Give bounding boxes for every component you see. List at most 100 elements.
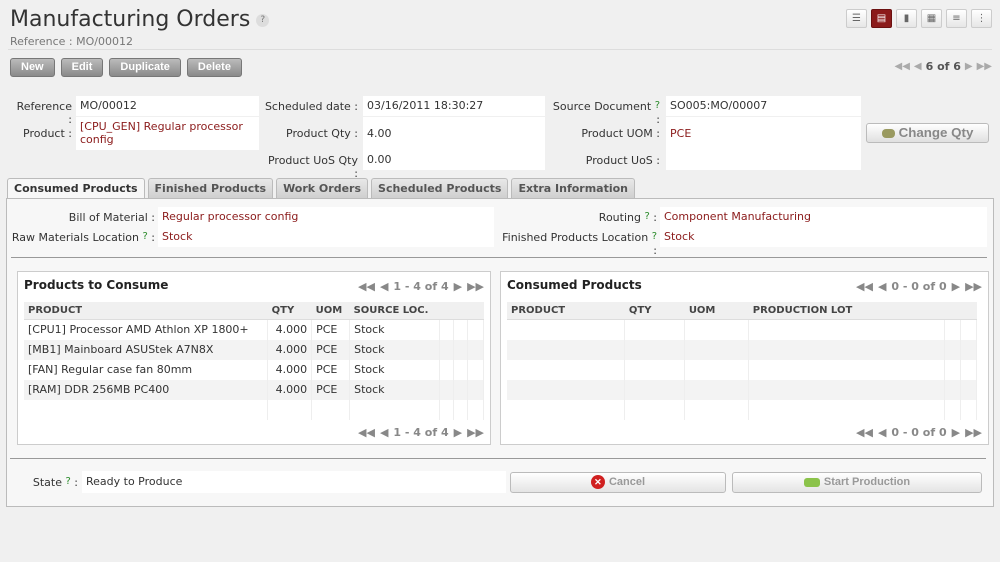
grid-pager-bottom: ◀◀ ◀ 0 - 0 of 0 ▶ ▶▶ [856, 426, 982, 439]
start-production-icon [803, 477, 820, 487]
pager-text: 6 of 6 [925, 60, 961, 73]
last-record-icon[interactable]: ▶▶ [977, 61, 992, 72]
table-row[interactable]: [RAM] DDR 256MB PC400 4.000 PCE Stock [24, 379, 485, 400]
first-page-icon[interactable]: ◀◀ [856, 426, 873, 439]
cancel-button[interactable]: ✕ Cancel [510, 472, 726, 493]
table-row[interactable]: [FAN] Regular case fan 80mm 4.000 PCE Stock [24, 359, 485, 380]
table-row[interactable]: [MB1] Mainboard ASUStek A7N8X 4.000 PCE Sto… [24, 339, 485, 360]
action-toolbar: New Edit Duplicate Delete [10, 58, 242, 77]
to-consume-table: PRODUCT QTY UOM SOURCE LOC. [CPU1] Proce… [24, 302, 485, 420]
gantt-view-icon[interactable]: ≡ [946, 9, 967, 28]
column-header[interactable]: QTY [624, 302, 685, 320]
product-value[interactable]: [CPU_GEN] Regular processor config [76, 117, 259, 150]
grid-pager-text: 1 - 4 of 4 [393, 280, 449, 293]
list-view-icon[interactable]: ☰ [846, 9, 867, 28]
column-header[interactable]: UOM [684, 302, 749, 320]
cell-qty: 4.000 [267, 359, 313, 380]
product-uos-label: Product UoS : [585, 154, 660, 167]
tab-scheduled-products[interactable]: Scheduled Products [371, 178, 509, 198]
edit-button[interactable]: Edit [60, 58, 104, 77]
cell-product: [RAM] DDR 256MB PC400 [24, 379, 269, 400]
next-page-icon[interactable]: ▶ [454, 426, 462, 439]
finished-location-label: Finished Products Location ? : [502, 231, 657, 257]
grid-pager-top: ◀◀ ◀ 0 - 0 of 0 ▶ ▶▶ [856, 280, 982, 293]
table-row-empty [507, 319, 977, 340]
next-page-icon[interactable]: ▶ [952, 426, 960, 439]
graph-view-icon[interactable]: ▮ [896, 9, 917, 28]
raw-location-label: Raw Materials Location ? : [11, 231, 155, 244]
column-header[interactable]: PRODUCT [24, 302, 268, 320]
help-icon[interactable]: ? [655, 100, 660, 111]
product-qty-value: 4.00 [363, 117, 545, 150]
calendar-view-icon[interactable]: ▦ [921, 9, 942, 28]
form-view-icon[interactable]: ▤ [871, 9, 892, 28]
cell-uom: PCE [311, 359, 351, 380]
column-header[interactable]: PRODUCT [507, 302, 625, 320]
table-row-empty [24, 399, 485, 420]
product-uos-qty-value: 0.00 [363, 150, 545, 170]
tab-consumed-products[interactable]: Consumed Products [7, 178, 145, 199]
last-page-icon[interactable]: ▶▶ [467, 280, 484, 293]
tab-finished-products[interactable]: Finished Products [147, 178, 274, 198]
start-production-button[interactable]: Start Production [732, 472, 982, 493]
reference-value: MO/00012 [76, 96, 259, 116]
next-record-icon[interactable]: ▶ [965, 61, 973, 72]
new-button[interactable]: New [10, 58, 55, 77]
column-header[interactable]: PRODUCTION LOT [748, 302, 945, 320]
duplicate-button[interactable]: Duplicate [109, 58, 181, 77]
product-uom-value[interactable]: PCE [666, 117, 861, 150]
last-page-icon[interactable]: ▶▶ [965, 280, 982, 293]
first-page-icon[interactable]: ◀◀ [358, 426, 375, 439]
cancel-label: Cancel [608, 476, 646, 488]
finished-location-value[interactable]: Stock [660, 227, 987, 247]
tab-work-orders[interactable]: Work Orders [276, 178, 369, 198]
grid-title: Consumed Products [507, 278, 642, 292]
previous-page-icon[interactable]: ◀ [878, 426, 886, 439]
change-qty-button[interactable]: Change Qty [866, 123, 989, 143]
change-qty-icon [881, 128, 895, 138]
last-page-icon[interactable]: ▶▶ [467, 426, 484, 439]
cell-uom: PCE [311, 319, 351, 340]
product-uos-value[interactable] [666, 150, 861, 170]
first-page-icon[interactable]: ◀◀ [856, 280, 873, 293]
column-header-spacer [467, 302, 484, 320]
last-page-icon[interactable]: ▶▶ [965, 426, 982, 439]
first-page-icon[interactable]: ◀◀ [358, 280, 375, 293]
tab-extra-information[interactable]: Extra Information [511, 178, 636, 198]
notebook-tabs: Consumed Products Finished Products Work… [7, 178, 636, 199]
cell-product: [MB1] Mainboard ASUStek A7N8X [24, 339, 269, 360]
previous-record-icon[interactable]: ◀ [914, 61, 922, 72]
view-switcher: ☰ ▤ ▮ ▦ ≡ ⋮ [846, 9, 992, 28]
help-icon[interactable]: ? [652, 231, 657, 242]
raw-location-value[interactable]: Stock [158, 227, 494, 247]
first-record-icon[interactable]: ◀◀ [895, 61, 910, 72]
product-qty-label: Product Qty : [286, 127, 358, 140]
cell-qty: 4.000 [267, 339, 313, 360]
help-icon[interactable]: ? [644, 211, 649, 222]
next-page-icon[interactable]: ▶ [454, 280, 462, 293]
previous-page-icon[interactable]: ◀ [380, 426, 388, 439]
grid-pager-text: 1 - 4 of 4 [393, 426, 449, 439]
delete-button[interactable]: Delete [186, 58, 242, 77]
previous-page-icon[interactable]: ◀ [380, 280, 388, 293]
state-value: Ready to Produce [82, 471, 506, 493]
routing-value[interactable]: Component Manufacturing [660, 207, 987, 227]
bom-value[interactable]: Regular processor config [158, 207, 494, 227]
help-icon[interactable]: ? [256, 13, 270, 27]
product-label: Product : [23, 127, 72, 140]
help-icon[interactable]: ? [142, 231, 147, 242]
grid-title: Products to Consume [24, 278, 169, 292]
column-header[interactable]: UOM [311, 302, 350, 320]
column-header[interactable]: SOURCE LOC. [349, 302, 440, 320]
table-row[interactable]: [CPU1] Processor AMD Athlon XP 1800+ 4.00… [24, 319, 485, 340]
column-header[interactable]: QTY [267, 302, 312, 320]
next-page-icon[interactable]: ▶ [952, 280, 960, 293]
reference-label: Reference : [16, 100, 72, 126]
diagram-view-icon[interactable]: ⋮ [971, 9, 992, 28]
previous-page-icon[interactable]: ◀ [878, 280, 886, 293]
bom-label: Bill of Material : [68, 211, 155, 224]
cancel-icon: ✕ [590, 475, 605, 490]
start-production-label: Start Production [823, 476, 911, 488]
help-icon[interactable]: ? [65, 476, 70, 487]
grid-pager-top: ◀◀ ◀ 1 - 4 of 4 ▶ ▶▶ [358, 280, 484, 293]
